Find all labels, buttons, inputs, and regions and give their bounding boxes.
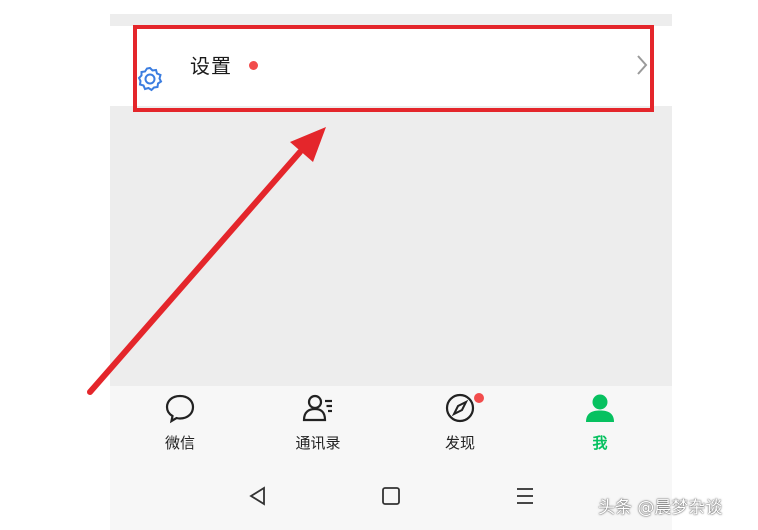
watermark: 头条 @晨梦杂谈 bbox=[598, 498, 723, 518]
annotation-arrow bbox=[87, 127, 326, 395]
